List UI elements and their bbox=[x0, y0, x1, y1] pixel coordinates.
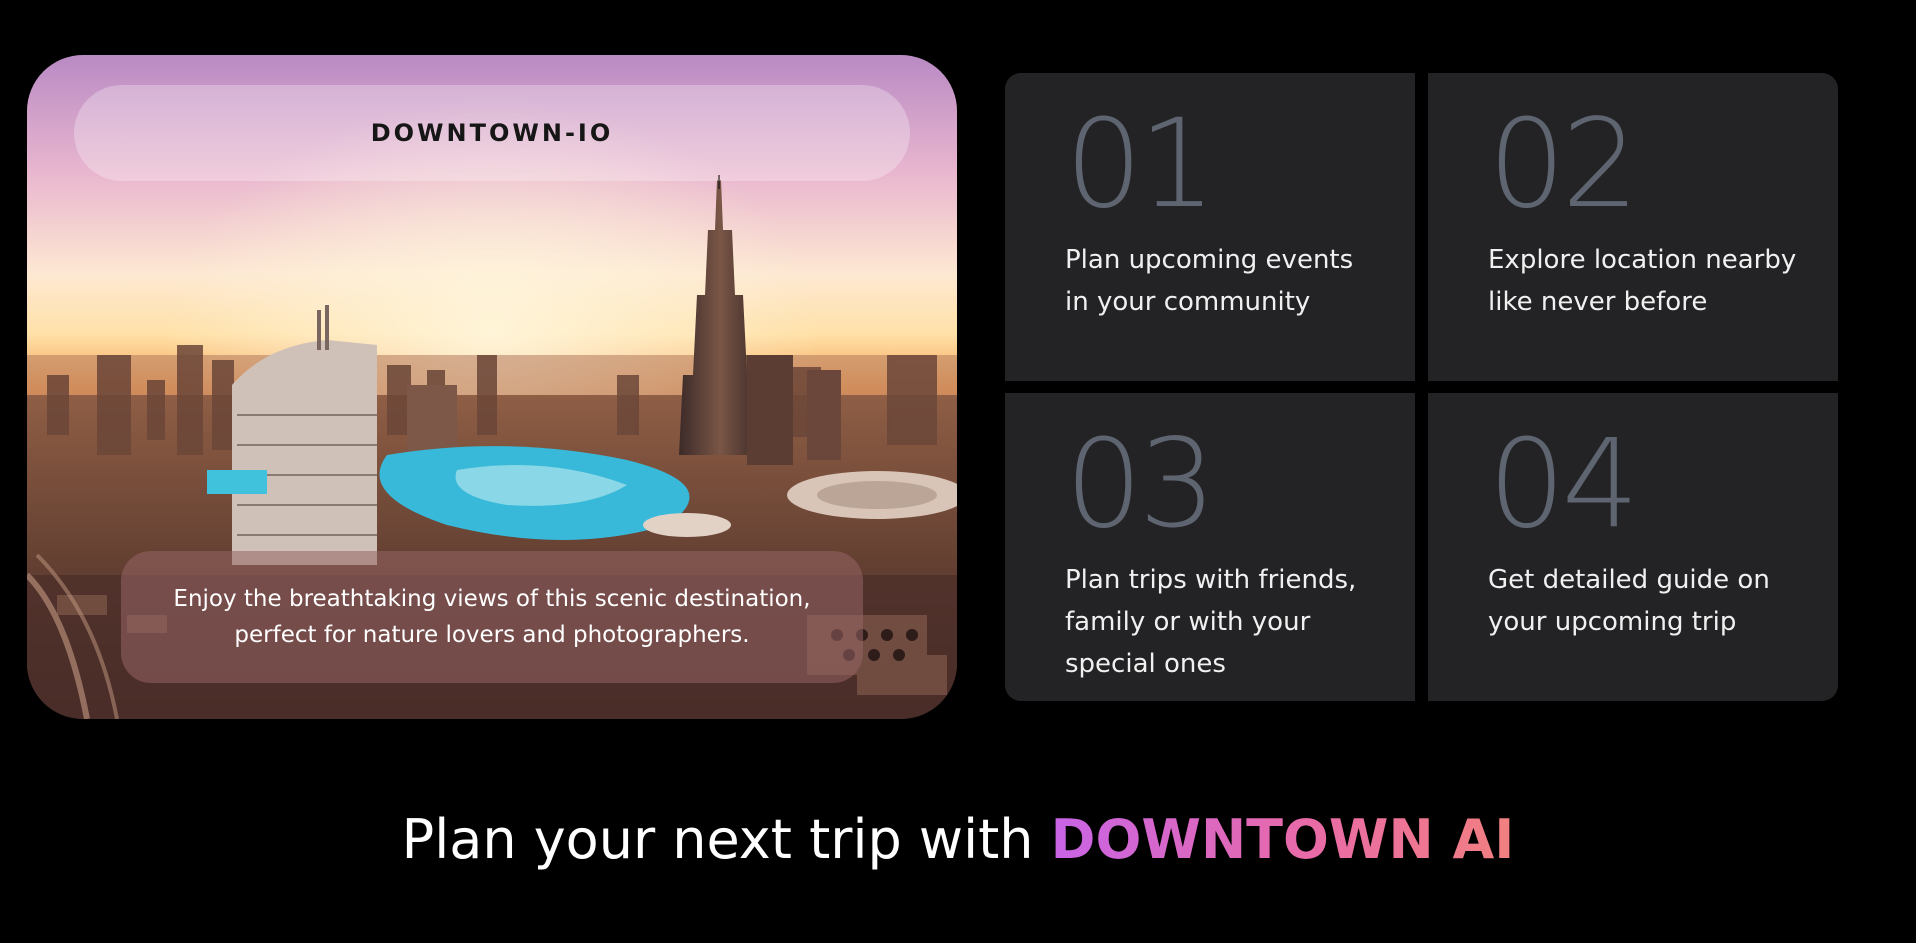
hero-title: DOWNTOWN-IO bbox=[370, 119, 614, 147]
feature-number: 04 bbox=[1488, 413, 1639, 555]
feature-tile-03: 03 Plan trips with friends, family or wi… bbox=[1005, 393, 1415, 701]
tagline: Plan your next trip with DOWNTOWN AI bbox=[0, 802, 1916, 878]
feature-tile-04: 04 Get detailed guide on your upcoming t… bbox=[1428, 393, 1838, 701]
feature-grid: 01 Plan upcoming events in your communit… bbox=[1005, 73, 1839, 701]
feature-tile-02: 02 Explore location nearby like never be… bbox=[1428, 73, 1838, 381]
feature-description: Plan upcoming events in your community bbox=[1065, 245, 1354, 317]
feature-description: Plan trips with friends, family or with … bbox=[1065, 565, 1357, 679]
feature-number: 01 bbox=[1065, 93, 1216, 235]
tagline-brand: DOWNTOWN AI bbox=[1050, 808, 1515, 871]
feature-description: Explore location nearby like never befor… bbox=[1488, 245, 1797, 317]
tagline-prefix: Plan your next trip with bbox=[401, 808, 1051, 871]
hero-title-pill: DOWNTOWN-IO bbox=[74, 85, 910, 181]
feature-number: 03 bbox=[1065, 413, 1216, 555]
feature-description: Get detailed guide on your upcoming trip bbox=[1488, 565, 1770, 637]
feature-tile-01: 01 Plan upcoming events in your communit… bbox=[1005, 73, 1415, 381]
hero-image-card: DOWNTOWN-IO Enjoy the breathtaking views… bbox=[27, 55, 957, 719]
hero-caption-box: Enjoy the breathtaking views of this sce… bbox=[121, 551, 863, 683]
hero-caption: Enjoy the breathtaking views of this sce… bbox=[173, 586, 811, 648]
feature-number: 02 bbox=[1488, 93, 1639, 235]
